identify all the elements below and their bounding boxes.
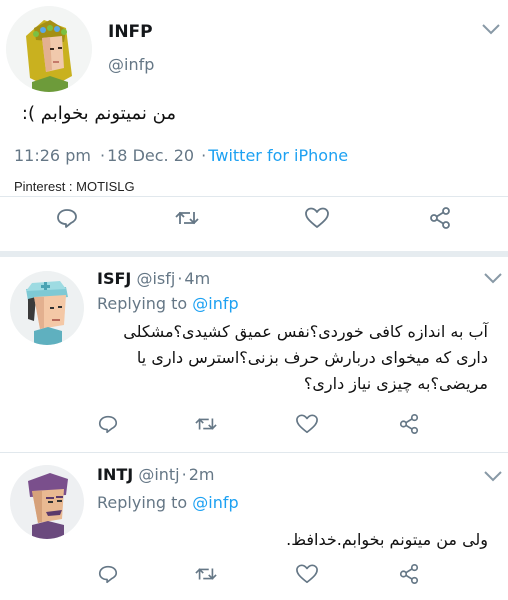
- reply-icon[interactable]: [95, 561, 121, 587]
- replying-to-link[interactable]: @infp: [192, 493, 238, 512]
- display-name[interactable]: INFP: [108, 22, 153, 42]
- replying-to: Replying to @infp: [97, 294, 239, 313]
- reply-icon[interactable]: [95, 411, 121, 437]
- handle[interactable]: @infp: [108, 55, 154, 74]
- share-icon[interactable]: [427, 205, 453, 231]
- reply-text-line: داری که میخوای دربارش حرف بزنی؟استرس دار…: [136, 348, 488, 367]
- divider: [0, 196, 508, 197]
- reply-age: 4m: [184, 269, 211, 288]
- reply-tweet: ISFJ @isfj · 4m Replying to @infp آب به ان…: [0, 257, 508, 452]
- reply-age: 2m: [188, 465, 215, 484]
- meta-separator: ·: [201, 146, 207, 165]
- chevron-down-icon[interactable]: [482, 469, 504, 483]
- reply-text-line: مریضی؟به چیزی نیاز داری؟: [303, 374, 488, 393]
- like-icon[interactable]: [294, 561, 320, 587]
- replying-to-link[interactable]: @infp: [192, 294, 238, 313]
- action-bar: [0, 205, 508, 235]
- replying-prefix: Replying to: [97, 294, 188, 313]
- retweet-icon[interactable]: [174, 205, 200, 231]
- tweet-text: من نمیتونم بخوابم ):: [21, 103, 176, 124]
- tweet-meta: 11:26 pm · 18 Dec. 20 · Twitter for iPhone: [14, 146, 348, 165]
- handle[interactable]: @intj: [138, 465, 179, 484]
- replying-to: Replying to @infp: [97, 493, 239, 512]
- replying-prefix: Replying to: [97, 493, 188, 512]
- reply-tweet: INTJ @intj · 2m Replying to @infp ولی من م…: [0, 453, 508, 600]
- avatar-infp[interactable]: [6, 6, 92, 92]
- reply-icon[interactable]: [54, 205, 80, 231]
- display-name[interactable]: ISFJ: [97, 269, 131, 288]
- action-bar: [0, 561, 508, 591]
- share-icon[interactable]: [396, 411, 422, 437]
- like-icon[interactable]: [294, 411, 320, 437]
- reply-text: ولی من میتونم بخوابم.خدافظ.: [270, 527, 488, 553]
- tweet-source-link[interactable]: Twitter for iPhone: [208, 146, 348, 165]
- reply-header: INTJ @intj · 2m: [97, 465, 214, 484]
- avatar-isfj[interactable]: [10, 271, 84, 345]
- share-icon[interactable]: [396, 561, 422, 587]
- tweet-time: 11:26 pm: [14, 146, 91, 165]
- retweet-icon[interactable]: [193, 411, 219, 437]
- display-name[interactable]: INTJ: [97, 465, 133, 484]
- meta-separator: ·: [100, 146, 106, 165]
- reply-text-line: ولی من میتونم بخوابم.خدافظ.: [286, 530, 488, 549]
- meta-separator: ·: [181, 465, 187, 484]
- tweet-date: 18 Dec. 20: [107, 146, 195, 165]
- chevron-down-icon[interactable]: [482, 271, 504, 285]
- main-tweet: INFP @infp من نمیتونم بخوابم ): 11:26 pm…: [0, 0, 508, 251]
- chevron-down-icon[interactable]: [480, 22, 502, 36]
- reply-text-line: آب به اندازه کافی خوردی؟نفس عمیق کشیدی؟م…: [123, 322, 488, 341]
- retweet-icon[interactable]: [193, 561, 219, 587]
- meta-separator: ·: [177, 269, 183, 288]
- avatar-intj[interactable]: [10, 465, 84, 539]
- like-icon[interactable]: [304, 205, 330, 231]
- handle[interactable]: @isfj: [136, 269, 175, 288]
- reply-header: ISFJ @isfj · 4m: [97, 269, 210, 288]
- reply-text: آب به اندازه کافی خوردی؟نفس عمیق کشیدی؟م…: [100, 319, 488, 397]
- action-bar: [0, 411, 508, 441]
- watermark: Pinterest : MOTISLG: [14, 179, 135, 194]
